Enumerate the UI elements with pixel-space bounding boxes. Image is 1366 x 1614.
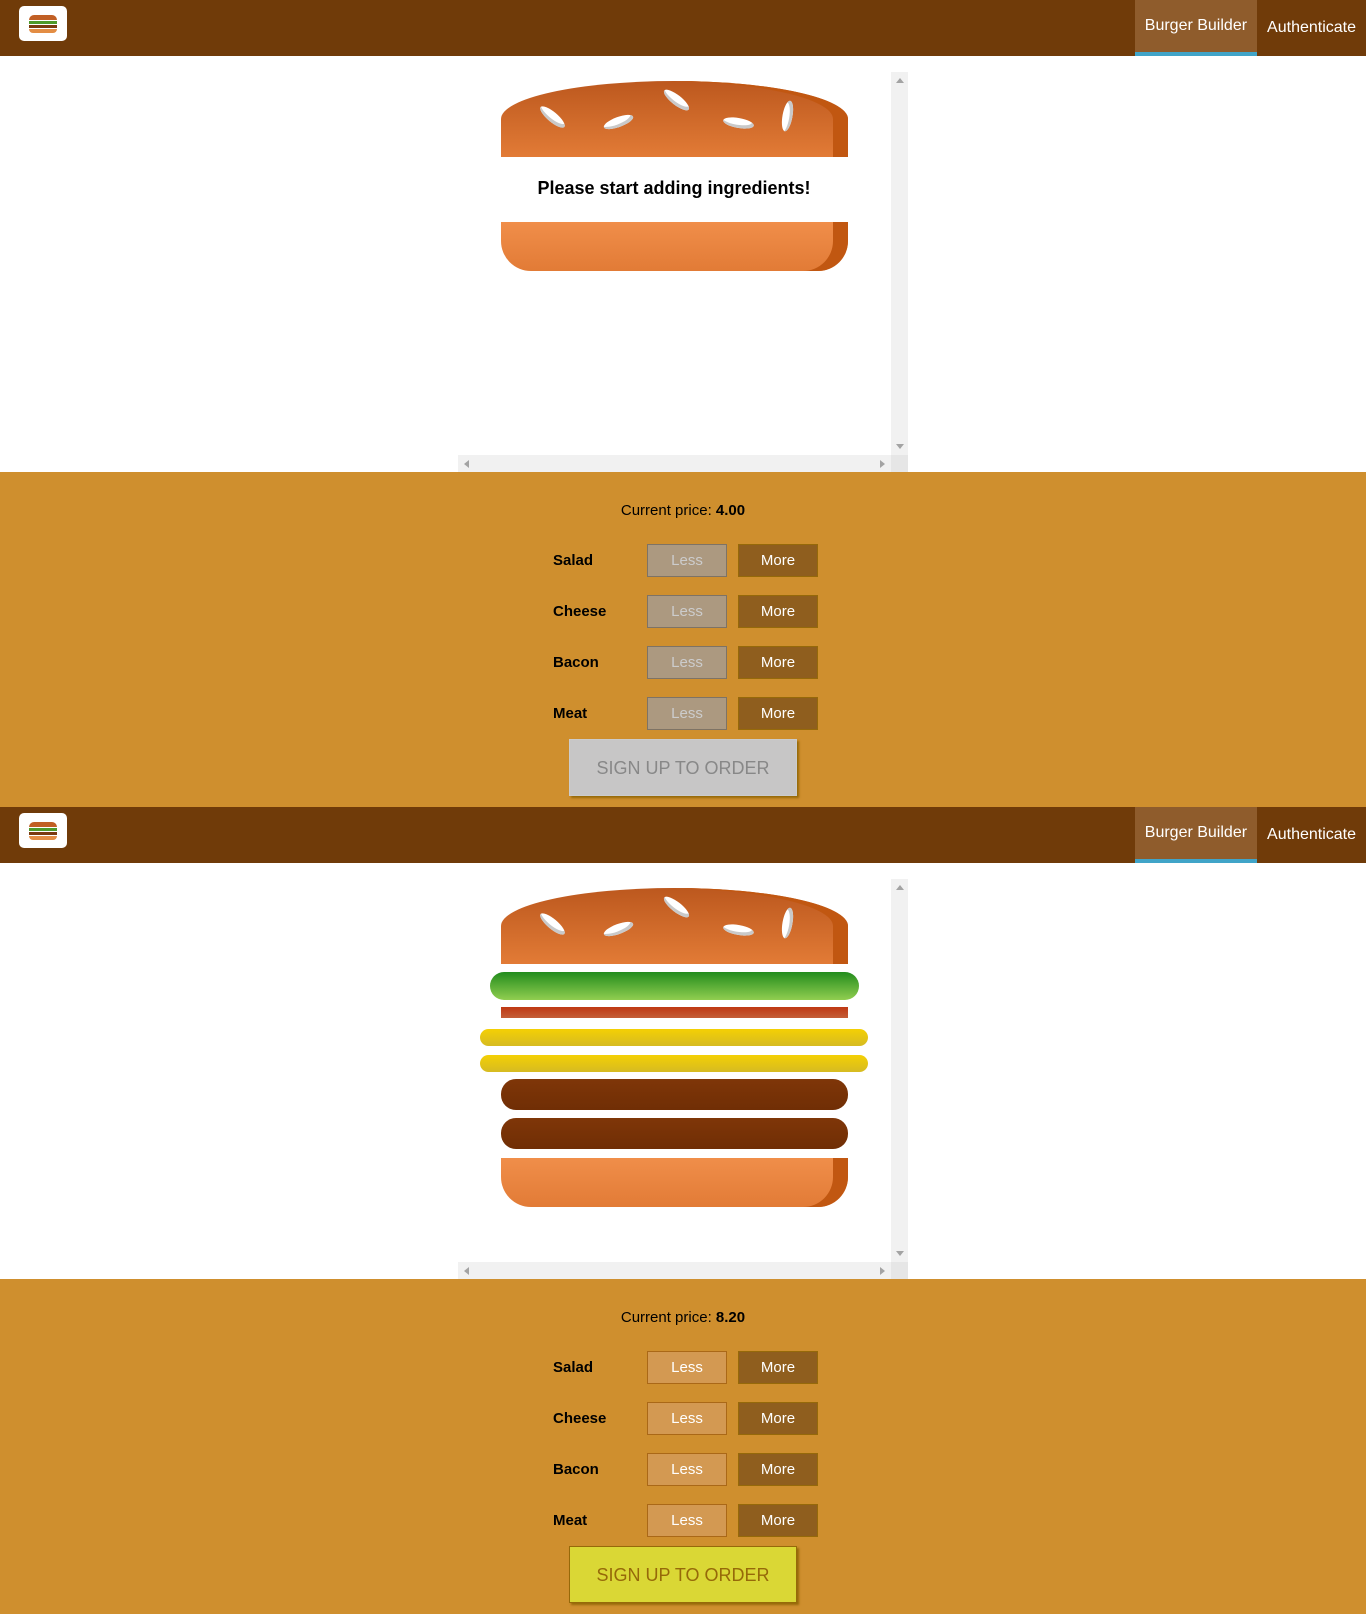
salad-more-button[interactable]: More: [738, 544, 818, 577]
price-label: Current price:: [620, 1309, 712, 1326]
ingredient-label: Cheese: [553, 1410, 607, 1427]
nav-authenticate[interactable]: Authenticate: [1257, 0, 1366, 56]
horizontal-scrollbar[interactable]: [458, 455, 891, 472]
meat-layer: [501, 1079, 848, 1110]
scroll-down-arrow-icon[interactable]: [896, 444, 904, 449]
burger-logo-icon[interactable]: [19, 6, 67, 41]
ingredient-label: Cheese: [553, 603, 607, 620]
scroll-up-arrow-icon[interactable]: [896, 78, 904, 83]
meat-less-button[interactable]: Less: [647, 697, 727, 730]
cheese-more-button[interactable]: More: [738, 1402, 818, 1435]
cheese-layer: [480, 1055, 868, 1072]
app-screen-filled: Burger Builder Authenticate Current pric…: [0, 807, 1366, 1614]
salad-layer: [490, 972, 859, 1000]
scroll-right-arrow-icon[interactable]: [880, 460, 885, 468]
control-row-meat: Meat Less More: [553, 697, 833, 731]
nav-authenticate[interactable]: Authenticate: [1257, 807, 1366, 863]
salad-less-button[interactable]: Less: [647, 1351, 727, 1384]
scroll-left-arrow-icon[interactable]: [464, 460, 469, 468]
empty-burger-message: Please start adding ingredients!: [537, 178, 811, 198]
bacon-more-button[interactable]: More: [738, 646, 818, 679]
scroll-down-arrow-icon[interactable]: [896, 1251, 904, 1256]
control-row-salad: Salad Less More: [553, 1351, 833, 1385]
bacon-less-button[interactable]: Less: [647, 646, 727, 679]
control-row-bacon: Bacon Less More: [553, 646, 833, 680]
build-controls: Current price: 4.00 Salad Less More Chee…: [0, 472, 1366, 807]
nav-burger-builder[interactable]: Burger Builder: [1134, 807, 1258, 863]
bread-bottom: [501, 1158, 848, 1207]
control-row-bacon: Bacon Less More: [553, 1453, 833, 1487]
ingredient-label: Salad: [553, 1359, 594, 1376]
vertical-scrollbar[interactable]: [891, 879, 908, 1262]
nav-burger-builder[interactable]: Burger Builder: [1134, 0, 1258, 56]
control-row-cheese: Cheese Less More: [553, 1402, 833, 1436]
scroll-right-arrow-icon[interactable]: [880, 1267, 885, 1275]
control-row-cheese: Cheese Less More: [553, 595, 833, 629]
ingredient-label: Salad: [553, 552, 594, 569]
salad-more-button[interactable]: More: [738, 1351, 818, 1384]
horizontal-scrollbar[interactable]: [458, 1262, 891, 1279]
price-label: Current price:: [620, 502, 712, 519]
salad-less-button[interactable]: Less: [647, 544, 727, 577]
ingredient-label: Meat: [553, 1512, 588, 1529]
meat-less-button[interactable]: Less: [647, 1504, 727, 1537]
scroll-up-arrow-icon[interactable]: [896, 885, 904, 890]
ingredient-label: Bacon: [553, 654, 599, 671]
cheese-less-button[interactable]: Less: [647, 1402, 727, 1435]
bacon-layer: [501, 1007, 848, 1018]
order-button[interactable]: SIGN UP TO ORDER: [569, 1546, 797, 1603]
control-row-salad: Salad Less More: [553, 544, 833, 578]
cheese-layer: [480, 1029, 868, 1046]
toolbar: Burger Builder Authenticate: [0, 807, 1366, 863]
vertical-scrollbar[interactable]: [891, 72, 908, 455]
bacon-more-button[interactable]: More: [738, 1453, 818, 1486]
cheese-more-button[interactable]: More: [738, 595, 818, 628]
toolbar: Burger Builder Authenticate: [0, 0, 1366, 56]
ingredient-label: Meat: [553, 705, 588, 722]
ingredient-label: Bacon: [553, 1461, 599, 1478]
scroll-left-arrow-icon[interactable]: [464, 1267, 469, 1275]
scrollbar-corner: [891, 455, 908, 472]
bread-bottom: [501, 222, 848, 271]
bread-top: [501, 81, 848, 157]
order-button[interactable]: SIGN UP TO ORDER: [569, 739, 797, 796]
bacon-less-button[interactable]: Less: [647, 1453, 727, 1486]
meat-more-button[interactable]: More: [738, 697, 818, 730]
scrollbar-corner: [891, 1262, 908, 1279]
meat-more-button[interactable]: More: [738, 1504, 818, 1537]
nav: Burger Builder Authenticate: [1134, 807, 1366, 863]
burger-logo-icon[interactable]: [19, 813, 67, 848]
meat-layer: [501, 1118, 848, 1149]
cheese-less-button[interactable]: Less: [647, 595, 727, 628]
bread-top: [501, 888, 848, 964]
app-screen-empty: Burger Builder Authenticate Please start…: [0, 0, 1366, 807]
control-row-meat: Meat Less More: [553, 1504, 833, 1538]
nav: Burger Builder Authenticate: [1134, 0, 1366, 56]
current-price: Current price: 4.00: [0, 502, 1366, 519]
build-controls: Current price: 8.20 Salad Less More Chee…: [0, 1279, 1366, 1614]
price-value: 4.00: [715, 502, 746, 519]
price-value: 8.20: [715, 1309, 746, 1326]
current-price: Current price: 8.20: [0, 1309, 1366, 1326]
